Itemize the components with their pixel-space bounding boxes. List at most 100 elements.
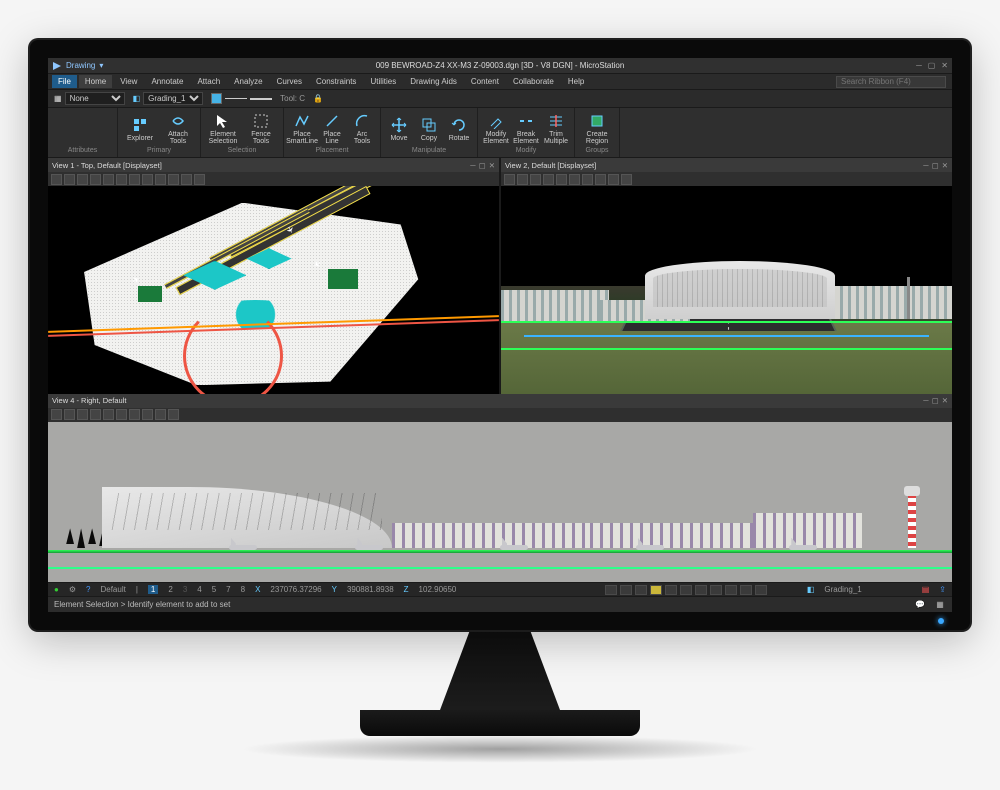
view-number-2[interactable]: 2 bbox=[168, 585, 172, 594]
layers-icon[interactable]: ▤ bbox=[922, 585, 930, 594]
message-center-icon[interactable]: 💬 bbox=[914, 599, 926, 611]
break-element-button[interactable]: Break Element bbox=[512, 110, 540, 147]
snap-toggle[interactable] bbox=[680, 585, 692, 595]
view-tool-button[interactable] bbox=[51, 174, 62, 185]
tab-view[interactable]: View bbox=[114, 75, 143, 88]
arc-tools-button[interactable]: Arc Tools bbox=[348, 110, 376, 147]
template-select[interactable]: Grading_1 bbox=[143, 92, 203, 105]
menu-file[interactable]: File bbox=[52, 75, 77, 88]
close-icon[interactable]: ✕ bbox=[489, 161, 495, 170]
view-tool-button[interactable] bbox=[129, 174, 140, 185]
color-swatch-icon[interactable] bbox=[211, 93, 222, 104]
level-icon[interactable]: ◧ bbox=[807, 585, 815, 594]
view-number-3[interactable]: 3 bbox=[183, 585, 187, 594]
view-tool-button[interactable] bbox=[595, 174, 606, 185]
view-tool-button[interactable] bbox=[608, 174, 619, 185]
linestyle-icon[interactable] bbox=[225, 98, 247, 99]
view-tool-button[interactable] bbox=[543, 174, 554, 185]
tab-help[interactable]: Help bbox=[562, 75, 590, 88]
view-2-header[interactable]: View 2, Default [Displayset] ─▢✕ bbox=[501, 158, 952, 172]
snap-toggle[interactable] bbox=[620, 585, 632, 595]
close-icon[interactable]: ✕ bbox=[942, 161, 948, 170]
search-ribbon-input[interactable] bbox=[836, 76, 946, 88]
snap-toggle[interactable] bbox=[710, 585, 722, 595]
view-tool-button[interactable] bbox=[77, 174, 88, 185]
create-region-button[interactable]: Create Region bbox=[579, 110, 615, 147]
view-tool-button[interactable] bbox=[64, 409, 75, 420]
globe-icon[interactable]: ● bbox=[54, 585, 59, 594]
view-tool-button[interactable] bbox=[582, 174, 593, 185]
snap-toggle-active[interactable] bbox=[650, 585, 662, 595]
explorer-button[interactable]: Explorer bbox=[122, 110, 158, 147]
snap-toggle[interactable] bbox=[605, 585, 617, 595]
view-tool-button[interactable] bbox=[77, 409, 88, 420]
copy-button[interactable]: Copy bbox=[415, 110, 443, 147]
view-tool-button[interactable] bbox=[168, 409, 179, 420]
snap-toggle[interactable] bbox=[665, 585, 677, 595]
view-tool-button[interactable] bbox=[103, 174, 114, 185]
view-tool-button[interactable] bbox=[569, 174, 580, 185]
view-tool-button[interactable] bbox=[90, 409, 101, 420]
view-tool-button[interactable] bbox=[142, 409, 153, 420]
help-icon[interactable]: ? bbox=[86, 585, 90, 594]
view-tool-button[interactable] bbox=[181, 174, 192, 185]
tab-attach[interactable]: Attach bbox=[191, 75, 226, 88]
view-1-header[interactable]: View 1 - Top, Default [Displayset] ─▢✕ bbox=[48, 158, 499, 172]
maximize-icon[interactable]: ▢ bbox=[479, 161, 486, 170]
tab-analyze[interactable]: Analyze bbox=[228, 75, 268, 88]
minimize-icon[interactable]: ─ bbox=[923, 161, 928, 170]
view-tool-button[interactable] bbox=[116, 409, 127, 420]
minimize-icon[interactable]: ─ bbox=[916, 61, 922, 70]
view-1-canvas[interactable]: ✈ ✈ ✈ bbox=[48, 186, 499, 394]
tab-annotate[interactable]: Annotate bbox=[145, 75, 189, 88]
view-tool-button[interactable] bbox=[155, 174, 166, 185]
modify-element-button[interactable]: Modify Element bbox=[482, 110, 510, 147]
close-icon[interactable]: ✕ bbox=[942, 396, 948, 405]
snap-toggle[interactable] bbox=[725, 585, 737, 595]
snap-toggle[interactable] bbox=[755, 585, 767, 595]
active-level-name[interactable]: Grading_1 bbox=[824, 585, 861, 594]
running-processes-icon[interactable]: ▦ bbox=[934, 599, 946, 611]
trim-multiple-button[interactable]: Trim Multiple bbox=[542, 110, 570, 147]
tab-drawing-aids[interactable]: Drawing Aids bbox=[404, 75, 463, 88]
minimize-icon[interactable]: ─ bbox=[923, 396, 928, 405]
view-tool-button[interactable] bbox=[116, 174, 127, 185]
gear-icon[interactable]: ⚙ bbox=[69, 585, 76, 594]
view-tool-button[interactable] bbox=[194, 174, 205, 185]
snap-toggle[interactable] bbox=[635, 585, 647, 595]
move-button[interactable]: Move bbox=[385, 110, 413, 147]
tab-constraints[interactable]: Constraints bbox=[310, 75, 362, 88]
view-tool-button[interactable] bbox=[504, 174, 515, 185]
maximize-icon[interactable]: ▢ bbox=[932, 161, 939, 170]
rotate-button[interactable]: Rotate bbox=[445, 110, 473, 147]
tab-home[interactable]: Home bbox=[79, 75, 112, 88]
view-4-canvas[interactable] bbox=[48, 422, 952, 582]
view-tool-button[interactable] bbox=[168, 174, 179, 185]
element-selection-button[interactable]: Element Selection bbox=[205, 110, 241, 147]
maximize-icon[interactable]: ▢ bbox=[928, 61, 936, 70]
view-tool-button[interactable] bbox=[621, 174, 632, 185]
place-line-button[interactable]: Place Line bbox=[318, 110, 346, 147]
workspace-selector[interactable]: Drawing ▾ bbox=[52, 61, 103, 71]
tab-content[interactable]: Content bbox=[465, 75, 505, 88]
place-smartline-button[interactable]: Place SmartLine bbox=[288, 110, 316, 147]
tab-utilities[interactable]: Utilities bbox=[364, 75, 402, 88]
view-tool-button[interactable] bbox=[142, 174, 153, 185]
view-tool-button[interactable] bbox=[556, 174, 567, 185]
view-4-header[interactable]: View 4 - Right, Default ─▢✕ bbox=[48, 394, 952, 408]
lock-icon[interactable]: 🔒 bbox=[313, 94, 323, 103]
snap-mode-label[interactable]: Default bbox=[100, 585, 125, 594]
view-tool-button[interactable] bbox=[155, 409, 166, 420]
tab-collaborate[interactable]: Collaborate bbox=[507, 75, 560, 88]
maximize-icon[interactable]: ▢ bbox=[932, 396, 939, 405]
view-tool-button[interactable] bbox=[90, 174, 101, 185]
view-tool-button[interactable] bbox=[103, 409, 114, 420]
close-icon[interactable]: ✕ bbox=[941, 61, 948, 70]
snap-toggle[interactable] bbox=[740, 585, 752, 595]
view-tool-button[interactable] bbox=[64, 174, 75, 185]
tab-curves[interactable]: Curves bbox=[271, 75, 308, 88]
fence-tools-button[interactable]: Fence Tools bbox=[243, 110, 279, 147]
level-select[interactable]: None bbox=[65, 92, 125, 105]
view-tool-button[interactable] bbox=[517, 174, 528, 185]
view-tool-button[interactable] bbox=[129, 409, 140, 420]
